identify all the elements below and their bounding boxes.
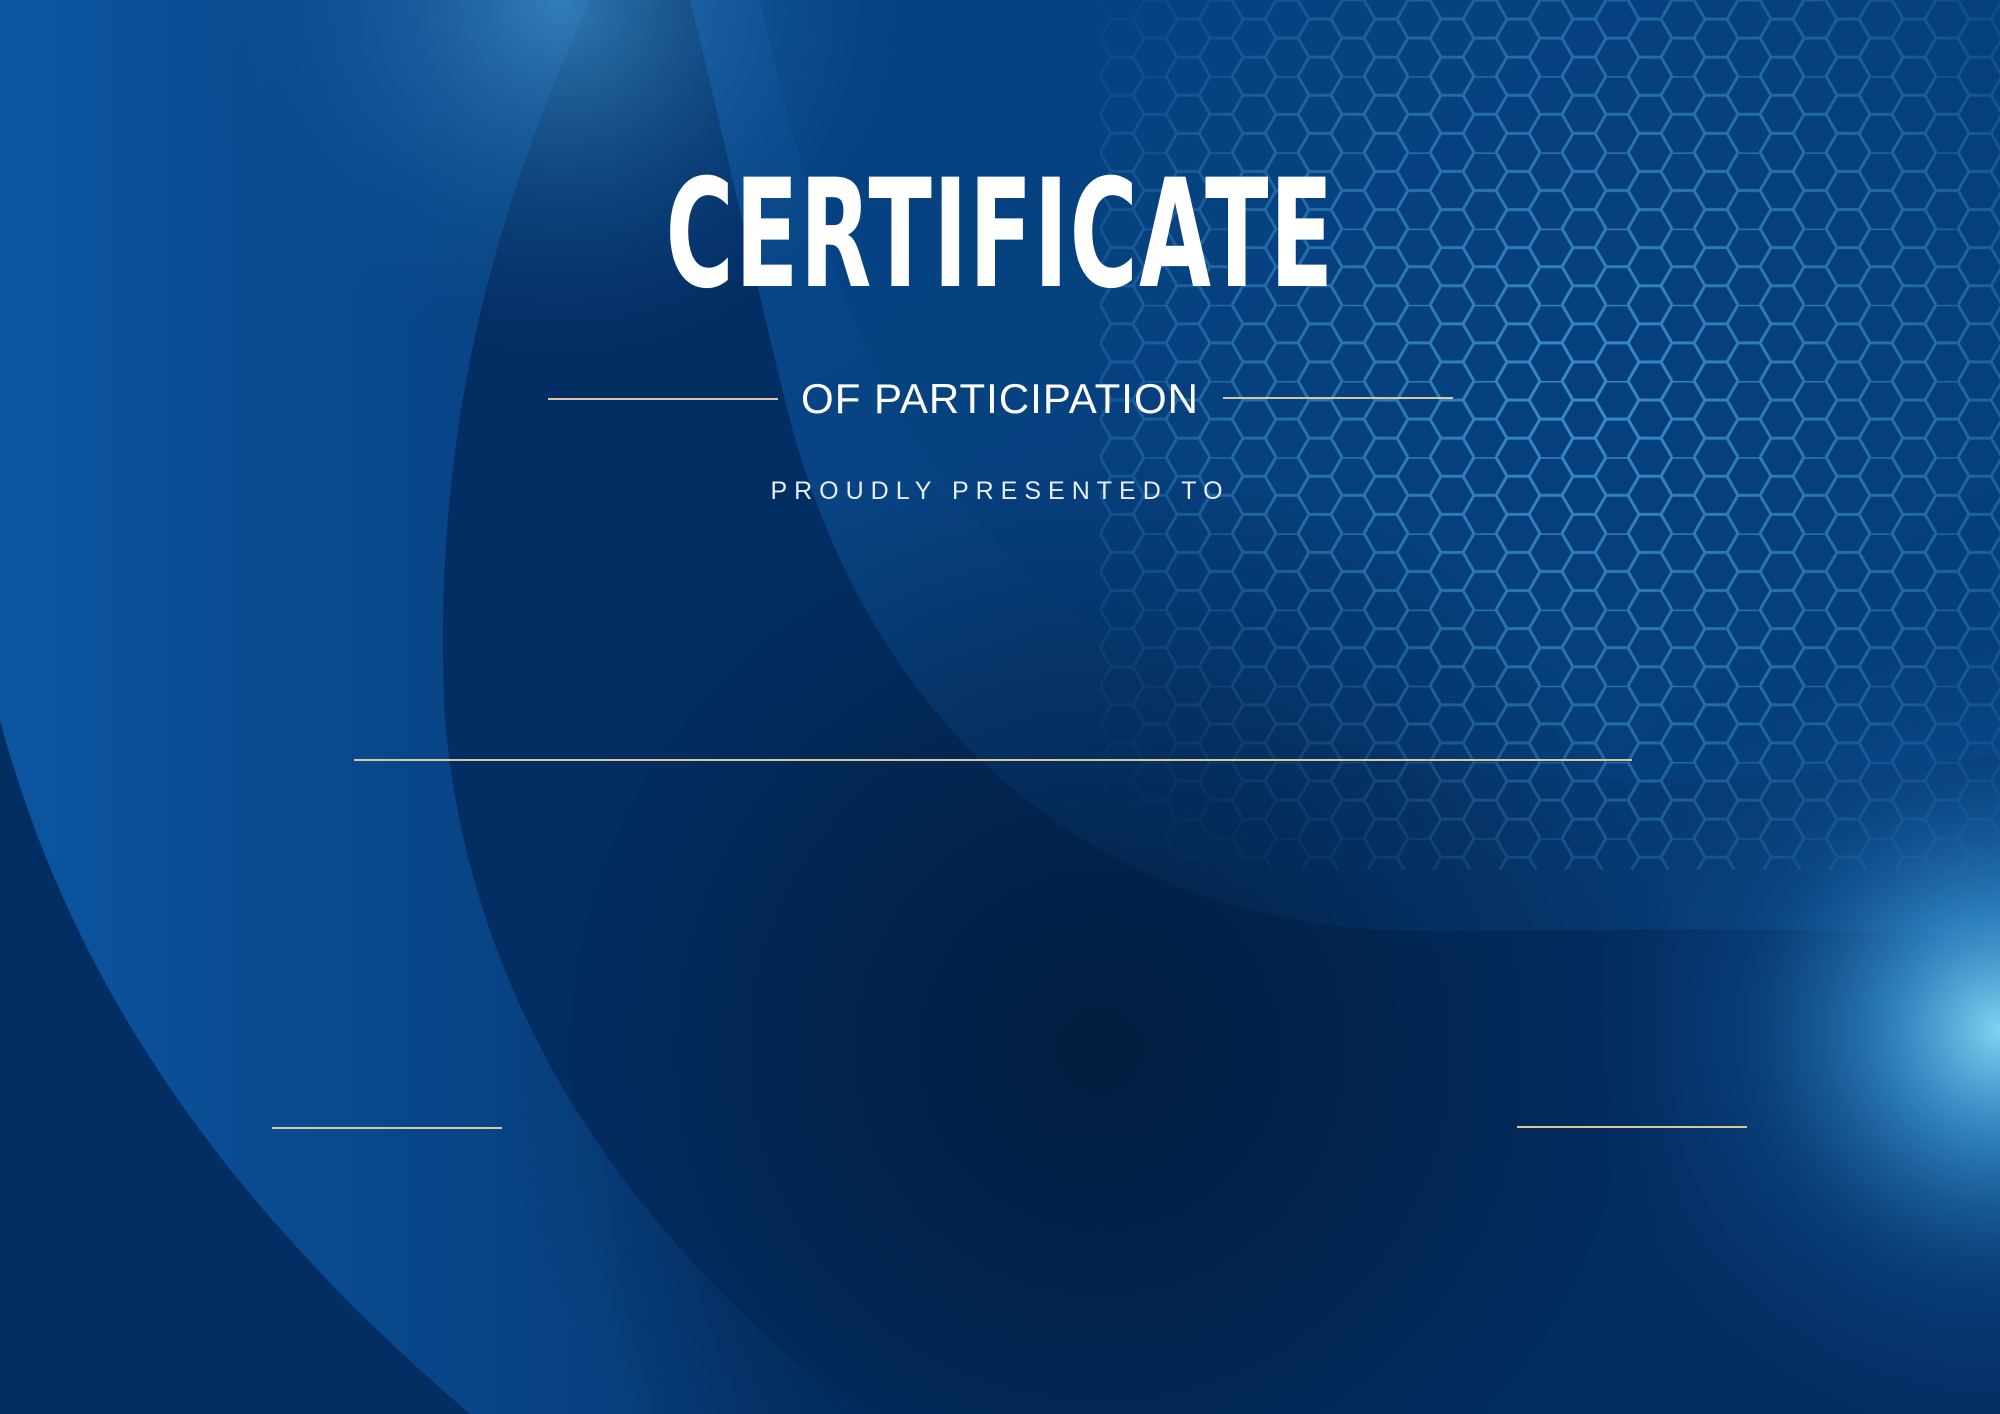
recipient-name-line	[354, 759, 1632, 761]
certificate-canvas: CERTIFICATE OF PARTICIPATION PROUDLY PRE…	[0, 0, 2000, 1414]
certificate-subtitle: OF PARTICIPATION	[801, 375, 1199, 422]
presented-to-label: PROUDLY PRESENTED TO	[770, 477, 1230, 505]
signature-line-right	[1517, 1126, 1747, 1128]
subtitle-rule-right	[1223, 397, 1453, 399]
signature-line-left	[272, 1127, 502, 1129]
light-glow	[1300, 600, 2000, 1414]
certificate-title: CERTIFICATE	[665, 148, 1335, 322]
